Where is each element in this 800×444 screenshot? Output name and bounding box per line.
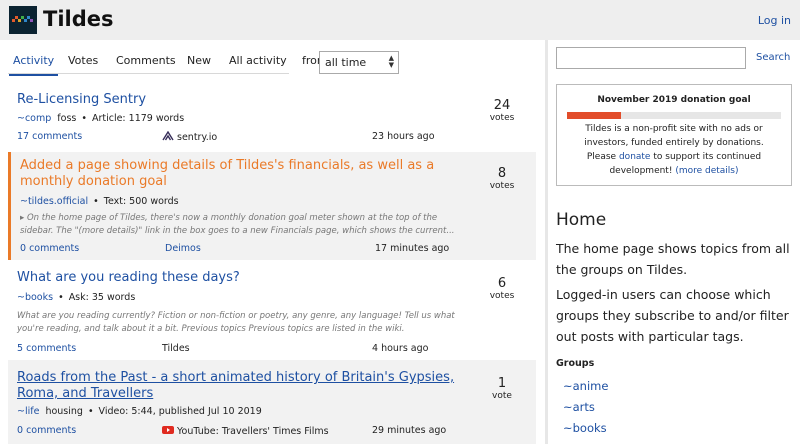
topic-listing: Activity Votes Comments New All activity…	[0, 40, 545, 444]
comments-link[interactable]: 0 comments	[17, 425, 76, 436]
tildes-logo-icon[interactable]	[9, 6, 37, 34]
comments-link[interactable]: 5 comments	[17, 343, 76, 354]
topic-meta: ~life housing • Video: 5:44, published Jul …	[17, 406, 262, 417]
tab-new[interactable]: New	[187, 54, 211, 67]
topic-title[interactable]: Roads from the Past - a short animated h…	[17, 370, 457, 402]
topic-meta: ~comp foss • Article: 1179 words	[17, 113, 184, 124]
sidebar-group-books[interactable]: ~books	[563, 421, 607, 435]
topic-source-label: sentry.io	[177, 132, 218, 143]
more-details-link[interactable]: (more details)	[675, 166, 738, 176]
vote-number: 6	[497, 276, 507, 291]
topic-item: What are you reading these days? ~books •…	[8, 262, 536, 358]
donation-please: Please	[586, 152, 617, 162]
topic-meta: ~books • Ask: 35 words	[17, 292, 135, 303]
topic-group-link[interactable]: ~books	[17, 292, 53, 303]
meta-separator: •	[93, 196, 99, 207]
meta-separator: •	[81, 113, 87, 124]
topic-footer: 0 comments Deimos 17 minutes ago	[20, 243, 460, 257]
meta-separator: •	[87, 406, 94, 417]
topic-item: Re-Licensing Sentry ~comp foss • Article: 1…	[8, 90, 536, 150]
topic-source[interactable]: sentry.io	[162, 131, 217, 143]
expand-triangle-icon: ▸	[20, 213, 27, 223]
tab-votes[interactable]: Votes	[68, 54, 98, 67]
topic-tag[interactable]: foss	[57, 113, 76, 124]
vote-label: vote	[492, 391, 512, 401]
topic-item: Roads from the Past - a short animated h…	[8, 360, 536, 444]
topic-excerpt-text: On the home page of Tildes, there's now …	[20, 213, 455, 236]
topic-type-info: Video: 5:44, published Jul 10 2019	[98, 406, 262, 417]
topic-author-link[interactable]: Deimos	[165, 243, 201, 254]
topic-title[interactable]: What are you reading these days?	[17, 270, 457, 286]
sort-tabs: Activity Votes Comments New All activity	[8, 48, 289, 76]
topic-type-info: Text: 500 words	[103, 196, 179, 207]
donation-text-intro: Tildes is a non-profit site with no ads …	[584, 124, 764, 148]
groups-heading: Groups	[556, 358, 595, 369]
period-value: all time	[325, 56, 367, 69]
comments-link[interactable]: 17 comments	[17, 131, 82, 142]
vote-count[interactable]: 6 votes	[482, 276, 522, 301]
tab-comments[interactable]: Comments	[116, 54, 176, 67]
search-input[interactable]	[556, 47, 746, 69]
topic-time: 4 hours ago	[372, 343, 429, 354]
donation-goal-title: November 2019 donation goal	[597, 95, 751, 105]
sidebar-home-title: Home	[556, 210, 607, 230]
topic-excerpt[interactable]: What are you reading currently? Fiction …	[17, 310, 457, 336]
site-title[interactable]: Tildes	[43, 7, 114, 31]
topic-source-label: YouTube: Travellers' Times Films	[177, 426, 329, 437]
topic-footer: 0 comments YouTube: Travellers' Times Fi…	[17, 425, 457, 439]
donation-progress-bar	[567, 112, 781, 119]
donation-goal-box: November 2019 donation goal Tildes is a …	[556, 84, 792, 186]
topic-time: 17 minutes ago	[375, 243, 450, 254]
sidebar-group-arts[interactable]: ~arts	[563, 400, 595, 414]
topic-group-link[interactable]: ~life	[17, 406, 39, 417]
vote-count[interactable]: 24 votes	[482, 98, 522, 123]
topic-footer: 5 comments Tildes 4 hours ago	[17, 343, 457, 357]
topic-time: 23 hours ago	[372, 131, 435, 142]
vote-label: votes	[489, 291, 515, 301]
topic-excerpt[interactable]: ▸ On the home page of Tildes, there's no…	[20, 212, 460, 238]
topic-title[interactable]: Re-Licensing Sentry	[17, 92, 457, 108]
vote-label: votes	[489, 113, 515, 123]
donate-link[interactable]: donate	[619, 152, 651, 162]
login-link[interactable]: Log in	[758, 14, 791, 27]
youtube-icon	[162, 426, 174, 434]
topic-title[interactable]: Added a page showing details of Tildes's…	[20, 158, 460, 190]
topic-group-link[interactable]: ~tildes.official	[20, 196, 88, 207]
topic-meta: ~tildes.official • Text: 500 words	[20, 196, 179, 207]
tab-all-activity[interactable]: All activity	[229, 54, 287, 67]
sidebar-home-description-loggedin: Logged-in users can choose which groups …	[556, 287, 789, 344]
sidebar-home-description: The home page shows topics from all the …	[556, 241, 790, 277]
vote-number: 1	[497, 376, 507, 391]
topic-source: Tildes	[162, 343, 190, 354]
donation-progress-fill	[567, 112, 621, 119]
donation-text: Tildes is a non-profit site with no ads …	[557, 122, 791, 178]
select-arrows-icon: ▲ ▼	[388, 54, 394, 69]
sentry-icon	[162, 131, 174, 141]
topic-time: 29 minutes ago	[372, 425, 447, 436]
topic-type-info: Ask: 35 words	[68, 292, 136, 303]
site-header: Tildes Log in	[0, 0, 800, 40]
topic-item: Added a page showing details of Tildes's…	[8, 152, 536, 260]
vote-count[interactable]: 1 vote	[482, 376, 522, 401]
meta-separator: •	[58, 292, 64, 303]
comments-link[interactable]: 0 comments	[20, 243, 79, 254]
tab-activity[interactable]: Activity	[8, 54, 59, 76]
period-select[interactable]: all time ▲ ▼	[319, 51, 399, 74]
topic-group-link[interactable]: ~comp	[17, 113, 51, 124]
sidebar-group-anime[interactable]: ~anime	[563, 379, 608, 393]
vote-number: 24	[493, 98, 511, 113]
sidebar: Search November 2019 donation goal Tilde…	[548, 40, 800, 444]
topic-tag[interactable]: housing	[45, 406, 83, 417]
vote-count[interactable]: 8 votes	[482, 166, 522, 191]
topic-source[interactable]: YouTube: Travellers' Times Films	[162, 425, 329, 437]
vote-label: votes	[489, 181, 515, 191]
vote-number: 8	[497, 166, 507, 181]
search-button[interactable]: Search	[756, 52, 790, 63]
topic-footer: 17 comments sentry.io 23 hours ago	[17, 131, 457, 145]
topic-type-info: Article: 1179 words	[91, 113, 185, 124]
